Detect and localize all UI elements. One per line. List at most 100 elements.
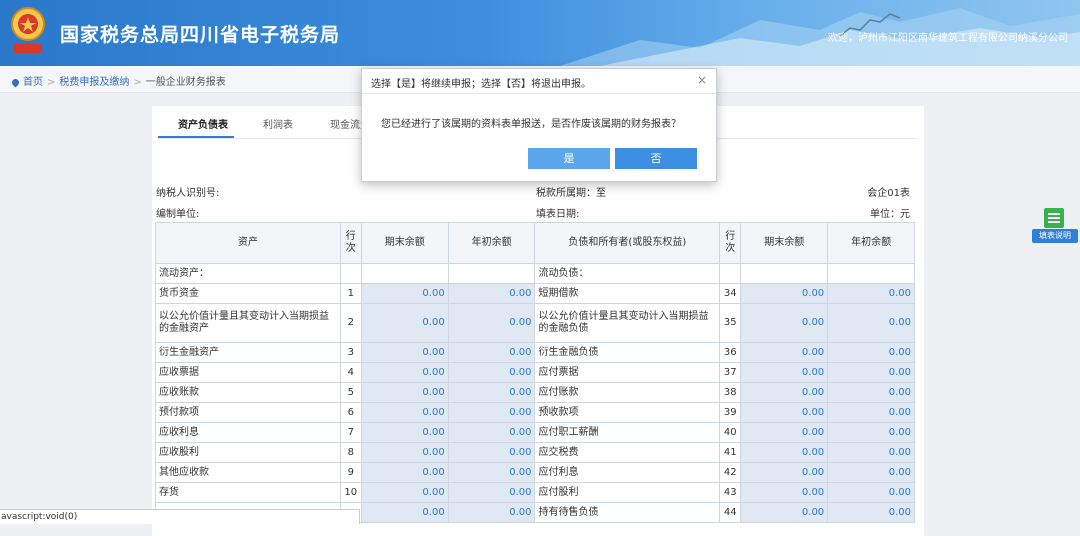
liability-begin-balance[interactable]: 0.00 (827, 303, 915, 343)
empty-cell (360, 263, 449, 284)
table-row: 应收股利 8 0.00 0.00 应交税费 41 0.00 0.00 (155, 442, 915, 463)
asset-begin-balance[interactable]: 0.00 (447, 422, 536, 443)
empty-cell (447, 263, 536, 284)
liability-end-balance[interactable]: 0.00 (740, 422, 829, 443)
liability-begin-balance[interactable]: 0.00 (827, 442, 915, 463)
asset-begin-balance[interactable]: 0.00 (447, 482, 536, 503)
liability-end-balance[interactable]: 0.00 (740, 502, 829, 523)
tab-balance-sheet[interactable]: 资产负债表 (178, 116, 228, 131)
close-icon[interactable]: × (697, 73, 707, 87)
liability-end-balance[interactable]: 0.00 (740, 283, 829, 304)
asset-begin-balance[interactable]: 0.00 (447, 283, 536, 304)
company-label: 编制单位: (156, 209, 200, 220)
dialog-header: 选择【是】将继续申报；选择【否】将退出申报。 × (362, 69, 716, 94)
asset-end-balance[interactable]: 0.00 (360, 342, 449, 363)
liability-end-balance[interactable]: 0.00 (740, 482, 829, 503)
asset-begin-balance[interactable]: 0.00 (447, 382, 536, 403)
asset-end-balance[interactable]: 0.00 (360, 283, 449, 304)
breadcrumb: 首页 > 税费申报及缴纳 > 一般企业财务报表 (10, 73, 226, 88)
liability-line-no: 43 (719, 482, 742, 503)
liability-begin-balance[interactable]: 0.00 (827, 283, 915, 304)
asset-name: 预付款项 (155, 402, 341, 423)
liability-end-balance[interactable]: 0.00 (740, 362, 829, 383)
no-button[interactable]: 否 (615, 148, 697, 169)
asset-begin-balance[interactable]: 0.00 (447, 442, 536, 463)
asset-begin-balance[interactable]: 0.00 (447, 402, 536, 423)
asset-end-balance[interactable]: 0.00 (360, 382, 449, 403)
liability-name: 应付职工薪酬 (534, 422, 721, 443)
liability-line-no: 37 (719, 362, 742, 383)
liability-end-balance[interactable]: 0.00 (740, 382, 829, 403)
asset-name: 货币资金 (155, 283, 341, 304)
asset-end-balance[interactable]: 0.00 (360, 502, 449, 523)
breadcrumb-tax-filing[interactable]: 税费申报及缴纳 (59, 77, 129, 88)
liability-end-balance[interactable]: 0.00 (740, 442, 829, 463)
liability-name: 衍生金融负债 (534, 342, 721, 363)
liability-line-no: 41 (719, 442, 742, 463)
welcome-text: 欢迎，泸州市江阳区南华建筑工程有限公司纳溪分公司 (828, 33, 1068, 44)
location-pin-icon (10, 77, 21, 87)
asset-name: 应收票据 (155, 362, 341, 383)
liability-name: 应付利息 (534, 462, 721, 483)
dialog-title: 选择【是】将继续申报；选择【否】将退出申报。 (371, 79, 591, 90)
asset-end-balance[interactable]: 0.00 (360, 303, 449, 343)
asset-end-balance[interactable]: 0.00 (360, 462, 449, 483)
col-header-end-balance: 期末余额 (360, 222, 449, 264)
site-title: 国家税务总局四川省电子税务局 (60, 24, 341, 46)
balance-sheet-table: 资产 行次 期末余额 年初余额 负债和所有者(或股东权益) 行次 期末余额 年初… (155, 222, 915, 523)
breadcrumb-home[interactable]: 首页 (23, 77, 43, 88)
document-icon (1044, 208, 1064, 228)
asset-begin-balance[interactable]: 0.00 (447, 362, 536, 383)
period-label: 税款所属期：至 (536, 188, 606, 199)
liability-begin-balance[interactable]: 0.00 (827, 422, 915, 443)
asset-end-balance[interactable]: 0.00 (360, 402, 449, 423)
liability-line-no: 44 (719, 502, 742, 523)
liability-begin-balance[interactable]: 0.00 (827, 462, 915, 483)
liability-name: 持有待售负债 (534, 502, 721, 523)
liability-name: 应付账款 (534, 382, 721, 403)
liability-begin-balance[interactable]: 0.00 (827, 342, 915, 363)
liability-begin-balance[interactable]: 0.00 (827, 362, 915, 383)
table-header-row: 资产 行次 期末余额 年初余额 负债和所有者(或股东权益) 行次 期末余额 年初… (155, 222, 915, 264)
asset-end-balance[interactable]: 0.00 (360, 482, 449, 503)
col-header-line-no: 行次 (719, 222, 742, 264)
liability-line-no: 42 (719, 462, 742, 483)
breadcrumb-separator: > (47, 77, 56, 88)
asset-begin-balance[interactable]: 0.00 (447, 462, 536, 483)
liability-begin-balance[interactable]: 0.00 (827, 382, 915, 403)
liability-begin-balance[interactable]: 0.00 (827, 482, 915, 503)
asset-begin-balance[interactable]: 0.00 (447, 303, 536, 343)
section-row: 流动资产： 流动负债： (155, 263, 915, 284)
asset-end-balance[interactable]: 0.00 (360, 362, 449, 383)
table-row: 其他应收款 9 0.00 0.00 应付利息 42 0.00 0.00 (155, 462, 915, 483)
asset-begin-balance[interactable]: 0.00 (447, 502, 536, 523)
liability-end-balance[interactable]: 0.00 (740, 402, 829, 423)
asset-line-no: 8 (339, 442, 362, 463)
liability-end-balance[interactable]: 0.00 (740, 462, 829, 483)
liability-begin-balance[interactable]: 0.00 (827, 502, 915, 523)
col-header-liabilities: 负债和所有者(或股东权益) (534, 222, 721, 264)
asset-name: 应收利息 (155, 422, 341, 443)
tab-income-statement[interactable]: 利润表 (263, 116, 293, 131)
empty-cell (719, 263, 742, 284)
liability-end-balance[interactable]: 0.00 (740, 342, 829, 363)
fill-instructions-button[interactable]: 填表说明 (1032, 208, 1080, 244)
liability-end-balance[interactable]: 0.00 (740, 303, 829, 343)
asset-name: 衍生金融资产 (155, 342, 341, 363)
table-row: 以公允价值计量且其变动计入当期损益的金融资产 2 0.00 0.00 以公允价值计量且其… (155, 303, 915, 343)
empty-cell (339, 263, 362, 284)
liability-name: 应交税费 (534, 442, 721, 463)
liability-line-no: 40 (719, 422, 742, 443)
unit-label: 单位：元 (870, 209, 910, 220)
yes-button[interactable]: 是 (528, 148, 610, 169)
asset-begin-balance[interactable]: 0.00 (447, 342, 536, 363)
asset-end-balance[interactable]: 0.00 (360, 422, 449, 443)
liability-name: 应付股利 (534, 482, 721, 503)
dialog-message: 您已经进行了该属期的资料表单报送，是否作废该属期的财务报表？ (381, 119, 681, 130)
liability-name: 应付票据 (534, 362, 721, 383)
table-row: 预付款项 6 0.00 0.00 预收款项 39 0.00 0.00 (155, 402, 915, 423)
liability-line-no: 38 (719, 382, 742, 403)
liability-begin-balance[interactable]: 0.00 (827, 402, 915, 423)
section-current-assets: 流动资产： (155, 263, 341, 284)
asset-end-balance[interactable]: 0.00 (360, 442, 449, 463)
